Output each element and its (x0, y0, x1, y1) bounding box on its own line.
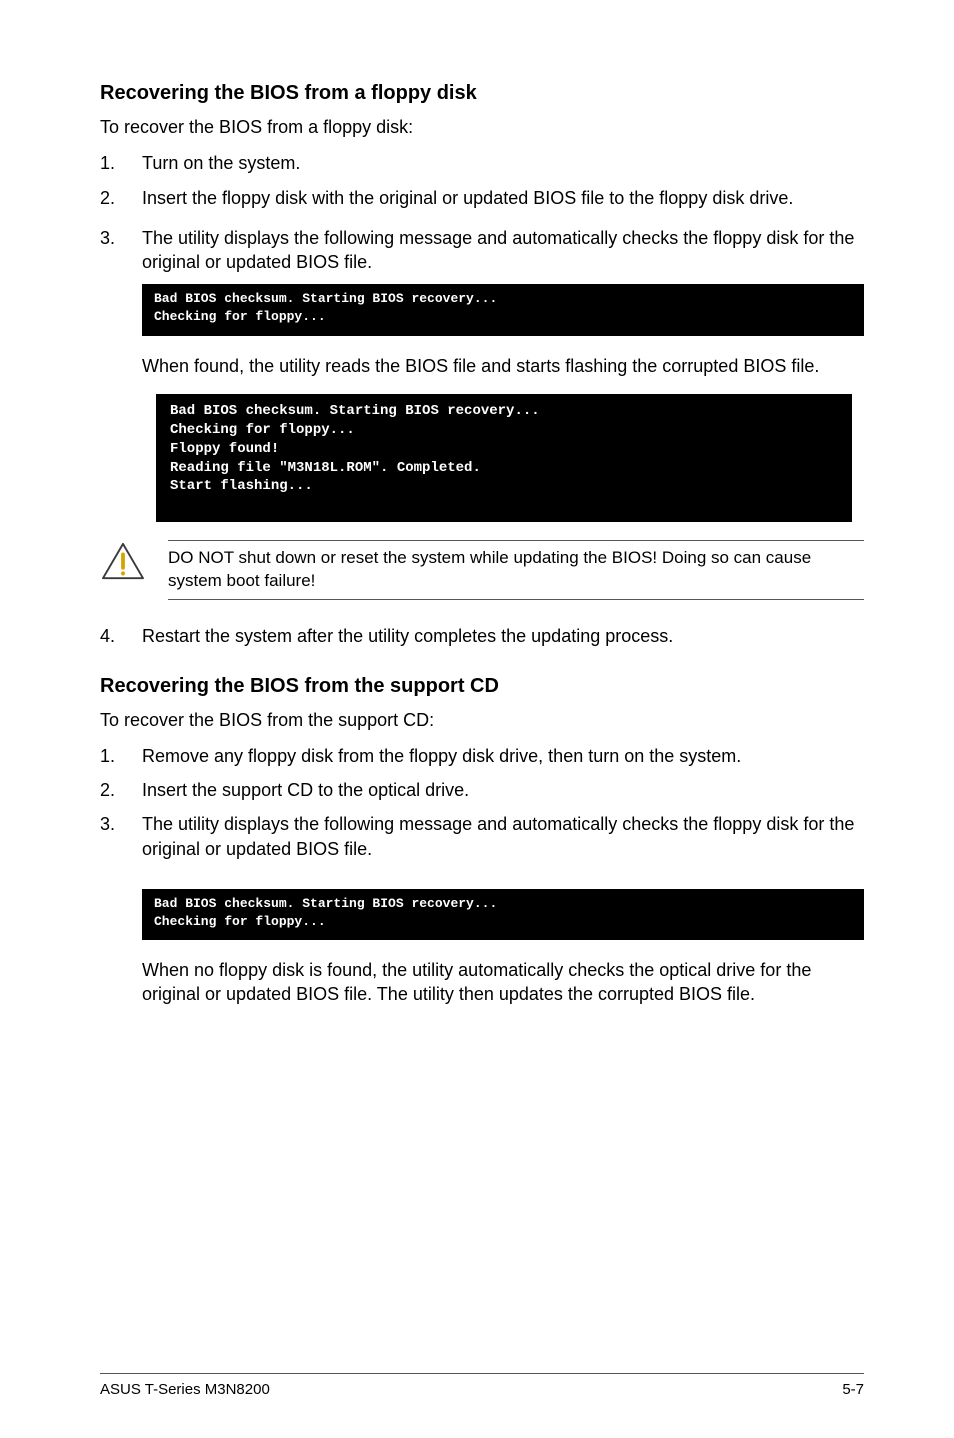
step-number: 2. (100, 778, 142, 802)
step-text: Insert the support CD to the optical dri… (142, 778, 864, 802)
step-text: Turn on the system. (142, 151, 864, 175)
section2-intro: To recover the BIOS from the support CD: (100, 708, 864, 732)
step-number: 3. (100, 226, 142, 275)
section1-list-cont2: 4. Restart the system after the utility … (100, 624, 864, 648)
list-item: 2. Insert the floppy disk with the origi… (100, 186, 864, 210)
step-number: 1. (100, 151, 142, 175)
step-number: 2. (100, 186, 142, 210)
body-text: When no floppy disk is found, the utilit… (142, 958, 864, 1007)
step-text: The utility displays the following messa… (142, 226, 864, 275)
step-number: 3. (100, 812, 142, 861)
footer-left: ASUS T-Series M3N8200 (100, 1380, 270, 1400)
list-item: 2. Insert the support CD to the optical … (100, 778, 864, 802)
step-text: The utility displays the following messa… (142, 812, 864, 861)
step-text: Restart the system after the utility com… (142, 624, 864, 648)
body-text: When found, the utility reads the BIOS f… (142, 354, 864, 378)
list-item: 1. Turn on the system. (100, 151, 864, 175)
warning-callout: DO NOT shut down or reset the system whi… (100, 540, 864, 600)
section1-intro: To recover the BIOS from a floppy disk: (100, 115, 864, 139)
section2-list: 1. Remove any floppy disk from the flopp… (100, 744, 864, 861)
list-item: 4. Restart the system after the utility … (100, 624, 864, 648)
section1-heading: Recovering the BIOS from a floppy disk (100, 80, 864, 107)
section1-list-cont: 3. The utility displays the following me… (100, 226, 864, 275)
terminal-output: Bad BIOS checksum. Starting BIOS recover… (142, 889, 864, 940)
step-text: Insert the floppy disk with the original… (142, 186, 864, 210)
warning-icon (100, 540, 152, 588)
terminal-output: Bad BIOS checksum. Starting BIOS recover… (156, 394, 852, 522)
list-item: 3. The utility displays the following me… (100, 226, 864, 275)
section2-heading: Recovering the BIOS from the support CD (100, 673, 864, 700)
step-text: Remove any floppy disk from the floppy d… (142, 744, 864, 768)
footer-right: 5-7 (842, 1380, 864, 1400)
list-item: 1. Remove any floppy disk from the flopp… (100, 744, 864, 768)
terminal-output: Bad BIOS checksum. Starting BIOS recover… (142, 284, 864, 335)
step-number: 1. (100, 744, 142, 768)
list-item: 3. The utility displays the following me… (100, 812, 864, 861)
page-footer: ASUS T-Series M3N8200 5-7 (100, 1373, 864, 1400)
step-number: 4. (100, 624, 142, 648)
warning-text: DO NOT shut down or reset the system whi… (168, 540, 864, 600)
section1-list: 1. Turn on the system. 2. Insert the flo… (100, 151, 864, 210)
